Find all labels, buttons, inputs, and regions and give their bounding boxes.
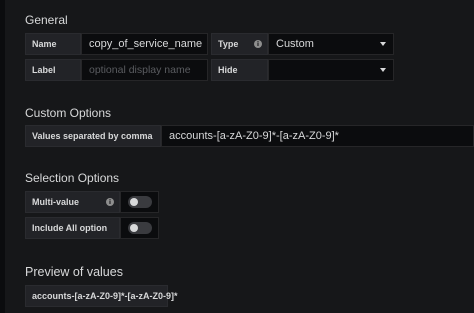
section-heading-custom-options: Custom Options bbox=[25, 106, 112, 120]
chevron-down-icon bbox=[380, 68, 386, 72]
type-label-text: Type bbox=[218, 39, 239, 49]
values-input[interactable]: accounts-[a-zA-Z0-9]*-[a-zA-Z0-9]* bbox=[161, 125, 474, 147]
label-input[interactable]: optional display name bbox=[81, 59, 208, 81]
multi-value-switch[interactable] bbox=[120, 191, 159, 213]
info-icon[interactable]: i bbox=[106, 198, 114, 206]
preview-value-tag: accounts-[a-zA-Z0-9]*-[a-zA-Z0-9]* bbox=[25, 285, 178, 307]
info-icon[interactable]: i bbox=[254, 40, 262, 48]
left-rail bbox=[0, 0, 5, 313]
toggle-knob bbox=[130, 198, 138, 206]
include-all-label: Include All option bbox=[25, 217, 120, 239]
type-select-value: Custom bbox=[276, 38, 314, 50]
include-all-switch[interactable] bbox=[120, 217, 159, 239]
name-label: Name bbox=[25, 33, 81, 55]
hide-select[interactable] bbox=[268, 59, 394, 81]
section-heading-selection-options: Selection Options bbox=[25, 171, 120, 185]
toggle-track[interactable] bbox=[128, 196, 152, 208]
name-input[interactable]: copy_of_service_name bbox=[81, 33, 208, 55]
section-heading-general: General bbox=[25, 13, 68, 27]
type-label: Type i bbox=[211, 33, 268, 55]
type-select[interactable]: Custom bbox=[268, 33, 394, 55]
hide-label: Hide bbox=[211, 59, 268, 81]
multi-value-label-text: Multi-value bbox=[32, 197, 80, 207]
chevron-down-icon bbox=[380, 42, 386, 46]
section-heading-preview: Preview of values bbox=[25, 265, 123, 279]
label-label: Label bbox=[25, 59, 81, 81]
toggle-knob bbox=[130, 224, 138, 232]
multi-value-label: Multi-value i bbox=[25, 191, 120, 213]
values-label: Values separated by comma bbox=[25, 125, 161, 147]
toggle-track[interactable] bbox=[128, 222, 152, 234]
